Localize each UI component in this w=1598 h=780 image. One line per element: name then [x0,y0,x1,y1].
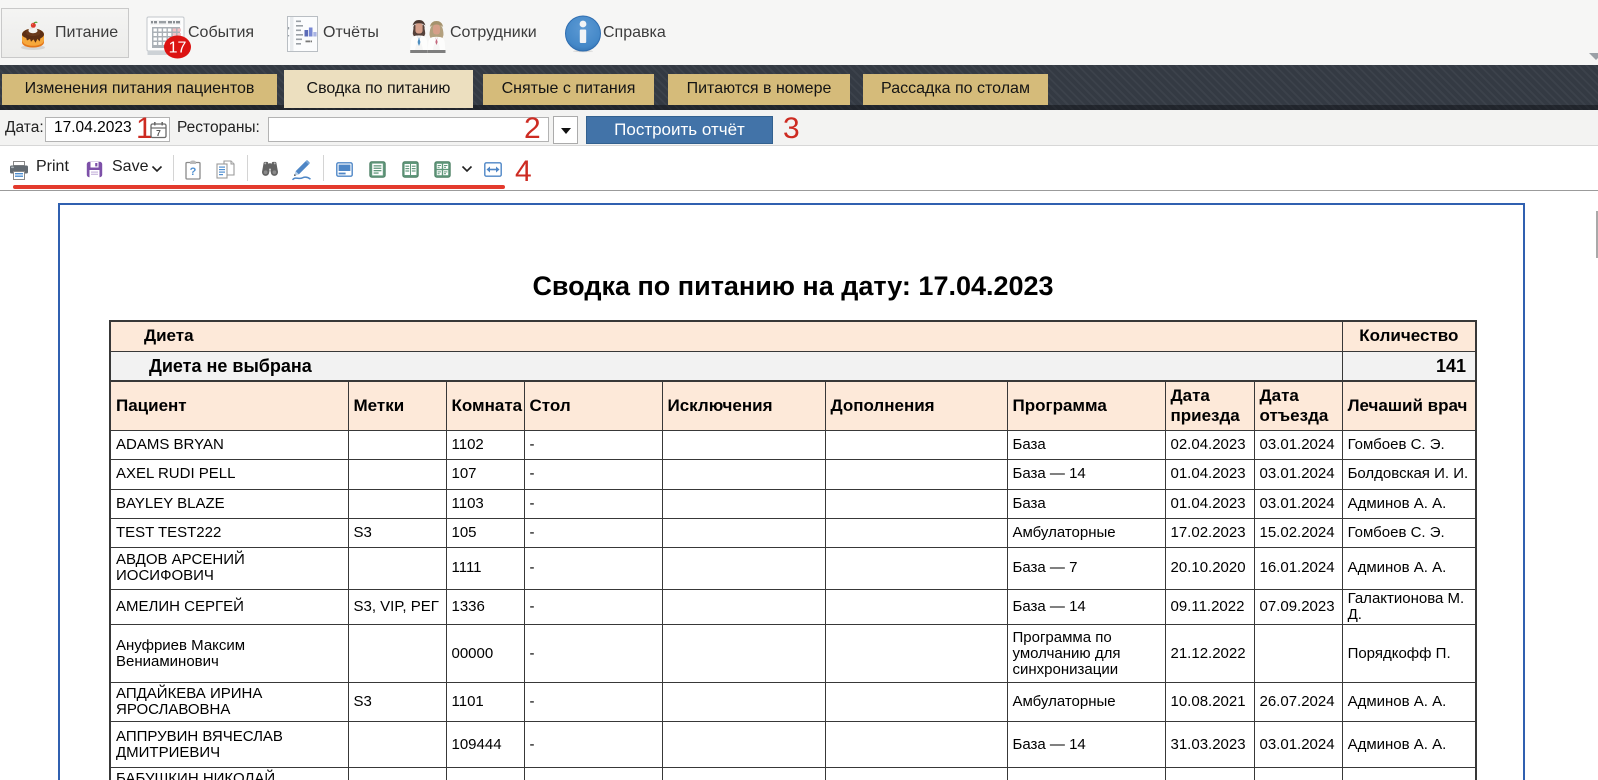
svg-text:?: ? [190,166,197,178]
svg-text:17: 17 [169,40,187,57]
svg-text:7: 7 [156,128,161,138]
